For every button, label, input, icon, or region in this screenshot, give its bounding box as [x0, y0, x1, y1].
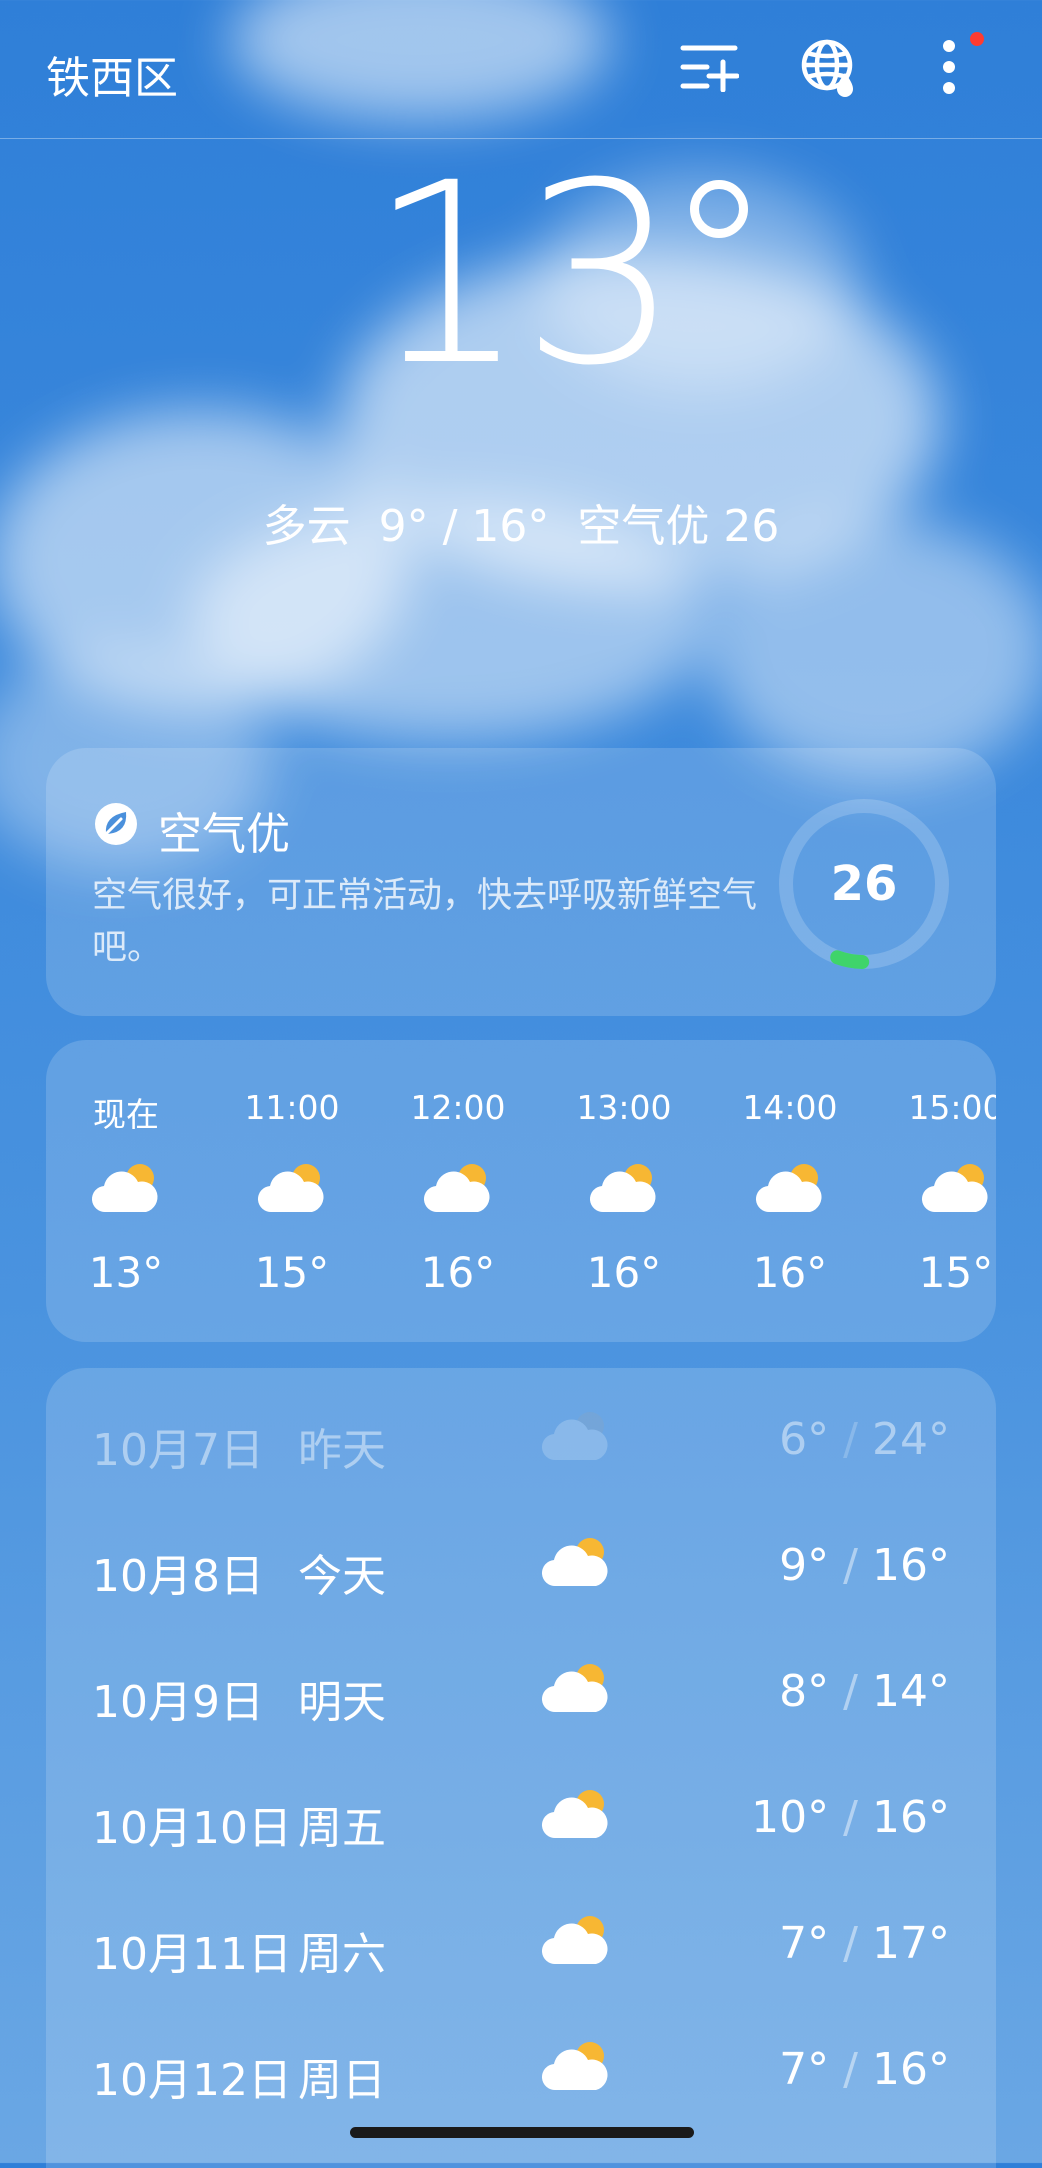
day-high: 16°	[872, 2044, 950, 2095]
hour-temperature: 15°	[918, 1248, 994, 1297]
day-date: 10月12日	[92, 2055, 292, 2106]
day-high: 24°	[872, 1414, 950, 1465]
day-date: 10月10日	[92, 1803, 292, 1854]
day-date: 10月9日	[92, 1677, 264, 1728]
aqi-summary[interactable]: 空气优 26	[577, 501, 779, 552]
day-temperature-range: 10° / 16°	[751, 1792, 950, 1843]
hourly-item[interactable]: 12:00 16°	[378, 1040, 538, 1342]
hour-time: 15:00	[908, 1088, 996, 1127]
top-bar: 铁西区	[0, 0, 1042, 139]
hour-time: 11:00	[244, 1088, 340, 1127]
day-name: 昨天	[298, 1425, 386, 1476]
day-date: 10月8日	[92, 1551, 264, 1602]
daily-row[interactable]: 10月9日 明天 8° / 14°	[46, 1628, 996, 1754]
current-temperature: 13	[367, 129, 680, 420]
hourly-item[interactable]: 现在 13°	[46, 1040, 206, 1342]
notification-dot	[970, 32, 984, 46]
daily-row[interactable]: 10月7日 昨天 6° / 24°	[46, 1376, 996, 1502]
home-indicator[interactable]	[350, 2127, 694, 2138]
day-name: 明天	[298, 1677, 386, 1728]
day-high: 16°	[872, 1792, 950, 1843]
partly-cloudy-icon	[541, 1412, 608, 1461]
day-high: 17°	[872, 1918, 950, 1969]
day-low: 9°	[779, 1540, 830, 1591]
hourly-item[interactable]: 13:00 16°	[544, 1040, 704, 1342]
day-name: 周五	[298, 1803, 386, 1854]
day-low: 8°	[779, 1666, 830, 1717]
range-separator: /	[843, 1666, 858, 1717]
day-high: 16°	[872, 1540, 950, 1591]
aqi-value: 26	[830, 856, 898, 912]
day-name: 今天	[298, 1551, 386, 1602]
range-separator: /	[843, 2044, 858, 2095]
leaf-icon	[95, 803, 137, 845]
temperature-range: 9° / 16°	[378, 501, 550, 552]
air-quality-description: 空气很好，可正常活动，快去呼吸新鲜空气吧。	[92, 876, 758, 968]
hour-temperature: 16°	[752, 1248, 828, 1297]
day-temperature-range: 8° / 14°	[779, 1666, 950, 1717]
partly-cloudy-icon	[541, 1664, 608, 1713]
hour-time: 13:00	[576, 1088, 672, 1127]
hour-temperature: 15°	[254, 1248, 330, 1297]
hour-temperature: 13°	[88, 1248, 164, 1297]
range-separator: /	[843, 1792, 858, 1843]
day-high: 14°	[872, 1666, 950, 1717]
day-date: 10月7日	[92, 1425, 264, 1476]
daily-row[interactable]: 10月10日 周五 10° / 16°	[46, 1754, 996, 1880]
hour-temperature: 16°	[420, 1248, 496, 1297]
city-name[interactable]: 铁西区	[46, 42, 178, 106]
range-separator: /	[843, 1540, 858, 1591]
day-low: 10°	[751, 1792, 830, 1843]
day-date: 10月11日	[92, 1929, 292, 1980]
day-name: 周六	[298, 1929, 386, 1980]
hour-time: 现在	[93, 1095, 159, 1134]
partly-cloudy-icon	[541, 1916, 608, 1965]
condition-text: 多云	[262, 501, 351, 552]
hourly-item[interactable]: 11:00 15°	[212, 1040, 372, 1342]
day-name: 周日	[298, 2055, 386, 2106]
range-separator: /	[843, 1414, 858, 1465]
day-low: 7°	[779, 1918, 830, 1969]
day-temperature-range: 9° / 16°	[779, 1540, 950, 1591]
degree-symbol	[690, 180, 748, 238]
current-summary: 多云 9° / 16° 空气优 26	[0, 490, 1042, 554]
partly-cloudy-icon	[921, 1164, 988, 1213]
daily-forecast[interactable]: 10月7日 昨天 6° / 24° 10月8日 今天 9° / 16° 10月9日 明天 8° …	[46, 1368, 996, 2168]
day-low: 6°	[779, 1414, 830, 1465]
partly-cloudy-icon	[257, 1164, 324, 1213]
air-quality-title: 空气优	[158, 809, 290, 860]
partly-cloudy-icon	[541, 1538, 608, 1587]
hour-time: 12:00	[410, 1088, 506, 1127]
day-temperature-range: 7° / 16°	[779, 2044, 950, 2095]
day-low: 7°	[779, 2044, 830, 2095]
hourly-item[interactable]: 14:00 16°	[710, 1040, 870, 1342]
globe-rain-icon[interactable]	[796, 34, 862, 100]
partly-cloudy-icon	[589, 1164, 656, 1213]
hour-time: 14:00	[742, 1088, 838, 1127]
partly-cloudy-icon	[91, 1164, 158, 1213]
daily-row[interactable]: 10月11日 周六 7° / 17°	[46, 1880, 996, 2006]
daily-row[interactable]: 10月8日 今天 9° / 16°	[46, 1502, 996, 1628]
partly-cloudy-icon	[541, 2042, 608, 2091]
daily-row[interactable]: 10月12日 周日 7° / 16°	[46, 2006, 996, 2132]
range-separator: /	[843, 1918, 858, 1969]
hour-temperature: 16°	[586, 1248, 662, 1297]
partly-cloudy-icon	[755, 1164, 822, 1213]
partly-cloudy-icon	[541, 1790, 608, 1839]
partly-cloudy-icon	[423, 1164, 490, 1213]
day-temperature-range: 7° / 17°	[779, 1918, 950, 1969]
air-quality-card[interactable]: 空气优 空气很好，可正常活动，快去呼吸新鲜空气吧。 26	[46, 748, 996, 1016]
hourly-item[interactable]: 15:00 15°	[876, 1040, 996, 1342]
day-temperature-range: 6° / 24°	[779, 1414, 950, 1465]
hourly-forecast[interactable]: 现在 13° 11:00 15° 12:00 16° 13:00 16° 14:00 16° 15:…	[46, 1040, 996, 1342]
add-city-icon[interactable]	[676, 34, 742, 100]
